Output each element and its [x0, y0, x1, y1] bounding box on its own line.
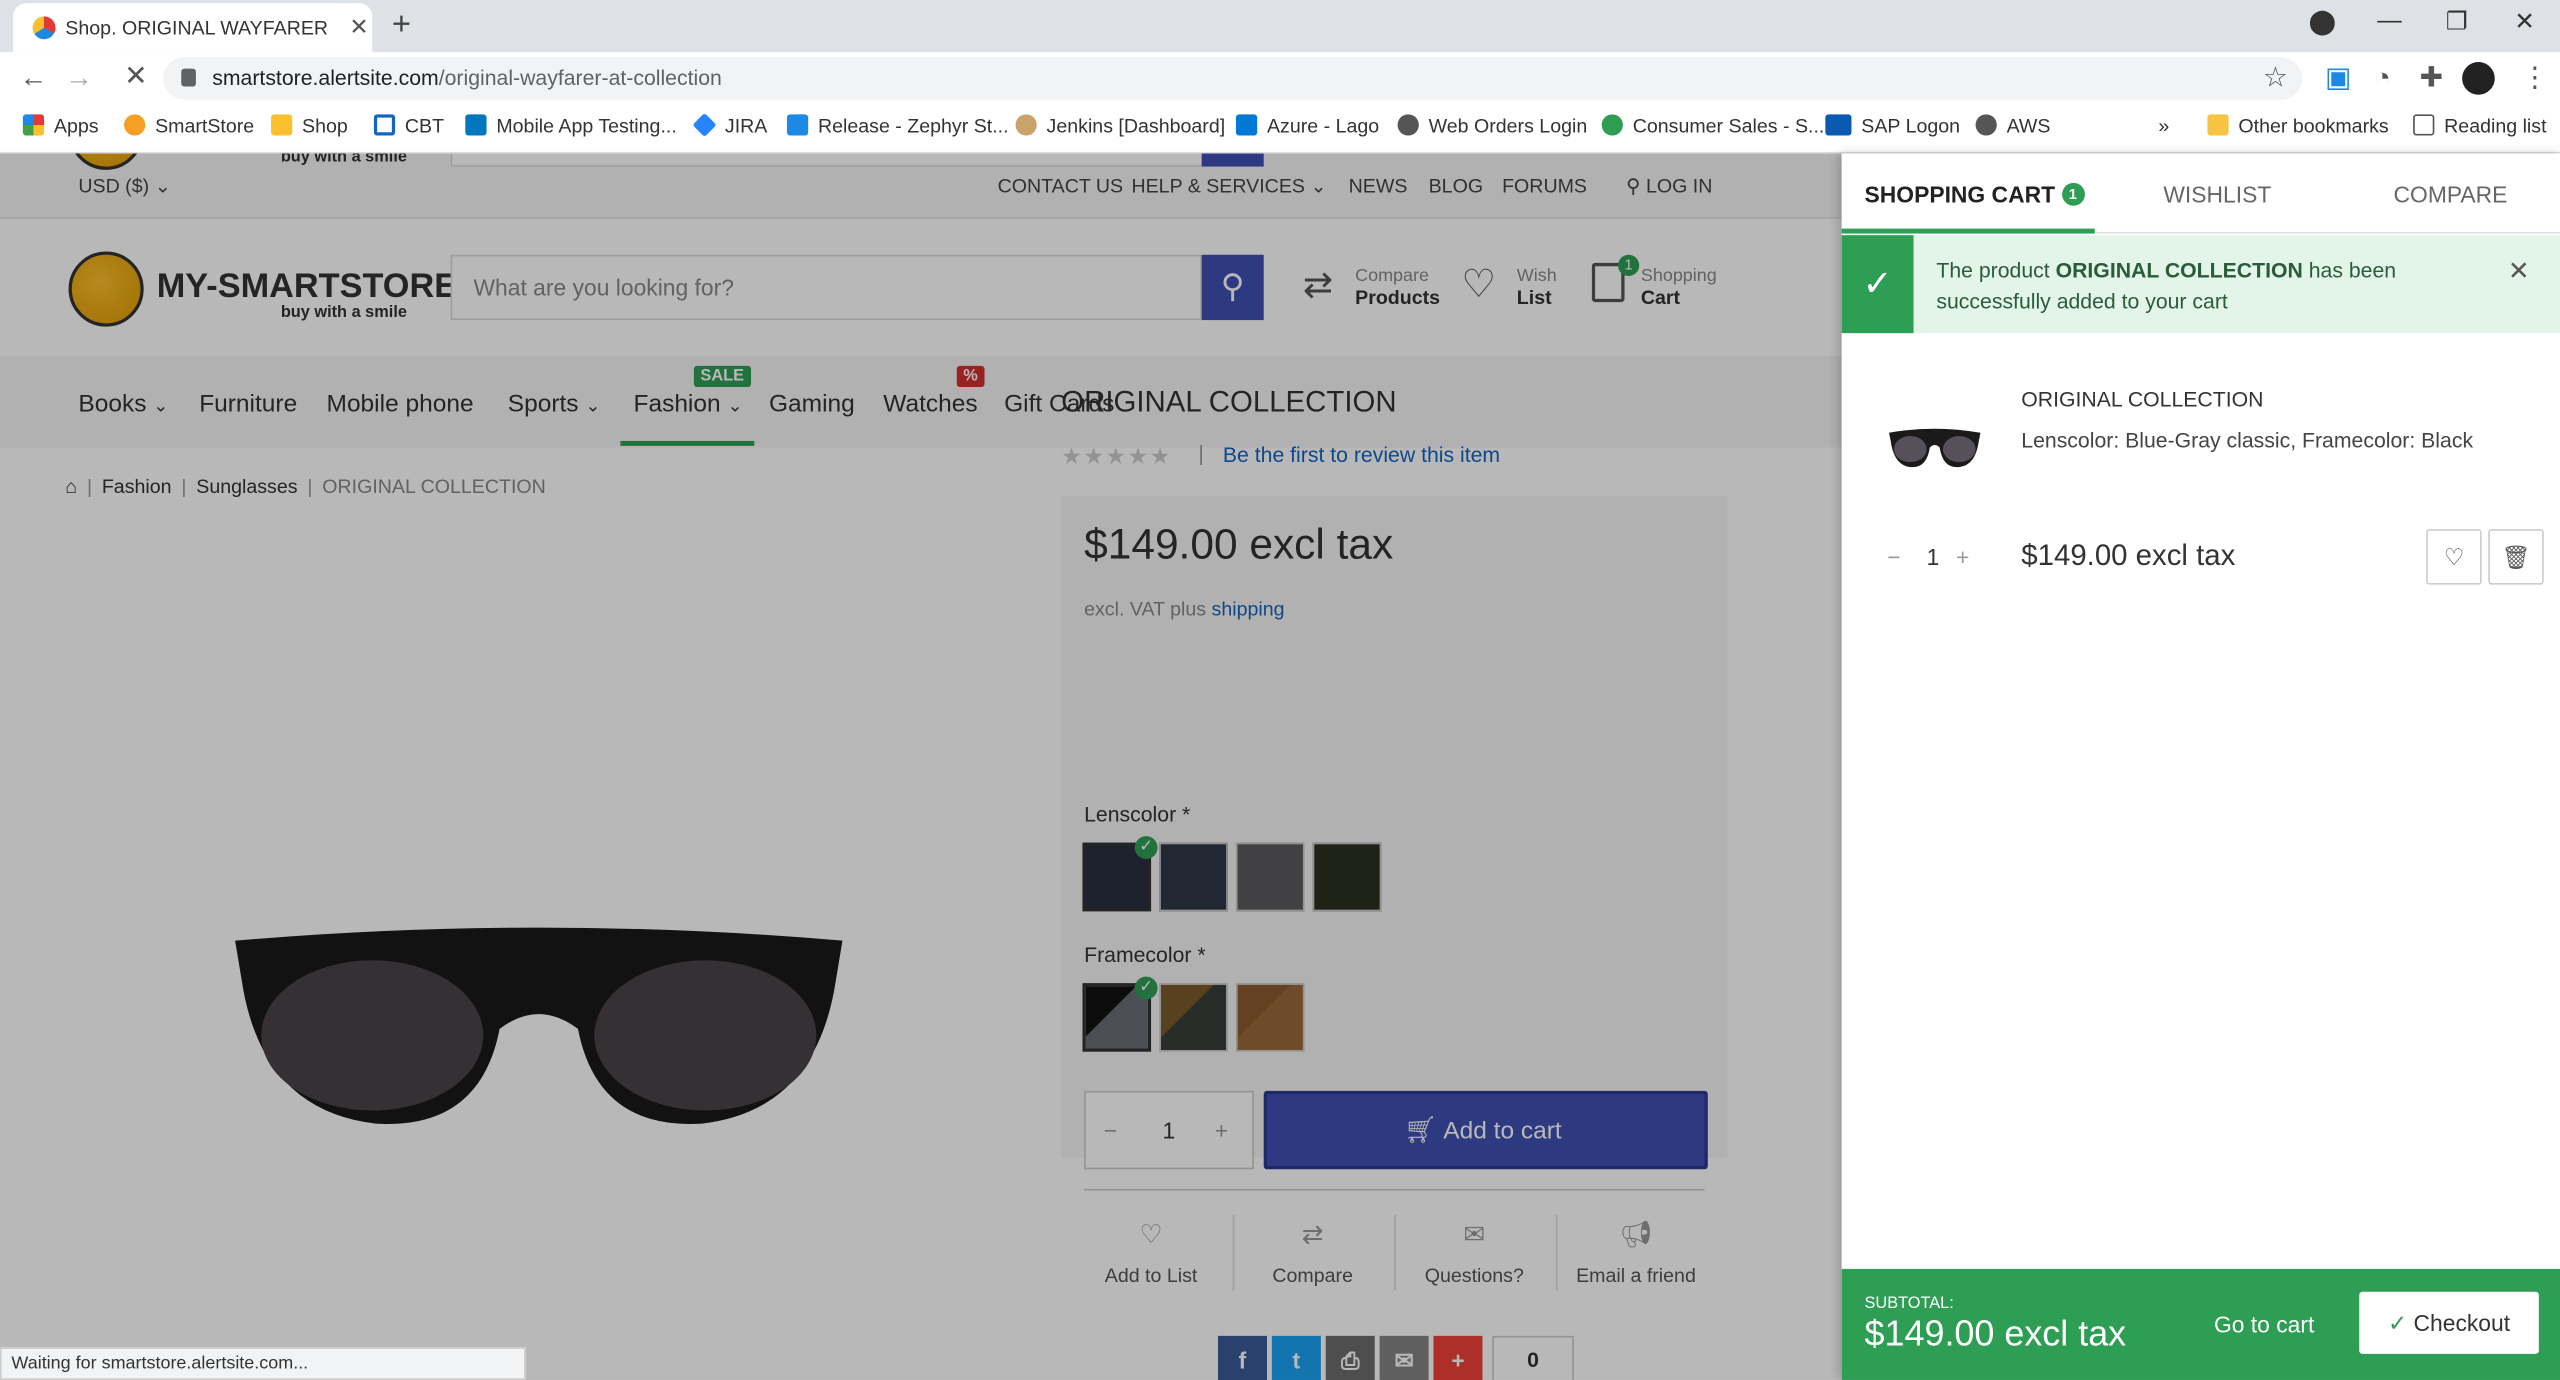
- cart-item-price: $149.00 excl tax: [2021, 538, 2236, 572]
- zephyr-icon: [786, 114, 809, 136]
- offcanvas-cart: SHOPPING CART 1 WISHLIST COMPARE ✓ The p…: [1841, 153, 2560, 1380]
- delete-trash-icon[interactable]: 🗑︎: [2488, 529, 2544, 585]
- cart-item-attributes: Lenscolor: Blue-Gray classic, Framecolor…: [2021, 427, 2474, 453]
- profile-avatar[interactable]: [2462, 62, 2495, 95]
- cbt-icon: [373, 114, 396, 136]
- apps-grid-icon: [22, 114, 45, 136]
- jira-icon: [692, 112, 717, 137]
- stop-loading-icon[interactable]: ✕: [124, 60, 147, 93]
- browser-tabstrip: [0, 0, 2560, 53]
- cart-tab-badge: 1: [2061, 182, 2085, 206]
- sap-icon: [1825, 114, 1852, 136]
- extension-2-icon[interactable]: ◔: [2374, 62, 2391, 95]
- folder-icon: [2207, 114, 2229, 136]
- subtotal-value: $149.00 excl tax: [1864, 1313, 2127, 1354]
- forward-icon[interactable]: →: [65, 62, 93, 95]
- url-text[interactable]: smartstore.alertsite.com/original-wayfar…: [212, 65, 722, 89]
- bookmark-cbt[interactable]: CBT: [373, 114, 444, 137]
- lock-icon: [181, 68, 196, 87]
- browser-tab[interactable]: Shop. ORIGINAL WAYFARER AT C ✕: [13, 3, 373, 53]
- bookmark-apps[interactable]: Apps: [22, 114, 99, 137]
- cart-item-title[interactable]: ORIGINAL COLLECTION: [2021, 387, 2263, 411]
- bookmark-release-zephyr[interactable]: Release - Zephyr St...: [786, 114, 1009, 137]
- bookmark-mobile-app-testing[interactable]: Mobile App Testing...: [465, 114, 677, 137]
- back-icon[interactable]: ←: [20, 62, 48, 95]
- bookmark-smartstore[interactable]: SmartStore: [124, 114, 254, 137]
- profile-menu-icon[interactable]: ⬤: [2309, 7, 2336, 36]
- notice-text: The product ORIGINAL COLLECTION has been…: [1936, 258, 2397, 314]
- bookmark-azure-lago[interactable]: Azure - Lago: [1235, 114, 1379, 137]
- new-tab-icon[interactable]: +: [392, 7, 411, 45]
- bookmark-other[interactable]: Other bookmarks: [2207, 114, 2389, 137]
- tab-close-icon[interactable]: ✕: [349, 13, 368, 41]
- consumer-sales-icon: [1601, 114, 1623, 136]
- active-tab-indicator: [1841, 228, 2095, 234]
- site-favicon-icon: [32, 16, 56, 40]
- page-dim-overlay[interactable]: [0, 153, 1842, 1380]
- extensions-puzzle-icon[interactable]: ✚: [2420, 62, 2443, 95]
- reading-list[interactable]: Reading list: [2413, 114, 2547, 137]
- bookmark-star-icon[interactable]: ☆: [2263, 62, 2288, 95]
- bookmark-sap-logon[interactable]: SAP Logon: [1825, 114, 1960, 137]
- window-close-icon[interactable]: ✕: [2514, 7, 2535, 36]
- tab-compare[interactable]: COMPARE: [2394, 181, 2508, 207]
- tab-shopping-cart[interactable]: SHOPPING CART 1: [1865, 181, 2085, 207]
- notice-close-icon[interactable]: ✕: [2508, 255, 2530, 288]
- bookmark-jira[interactable]: JIRA: [692, 112, 767, 137]
- go-to-cart-button[interactable]: Go to cart: [2214, 1311, 2314, 1337]
- checkout-button[interactable]: ✓ Checkout: [2359, 1291, 2539, 1354]
- checkmark-icon: ✓: [1841, 235, 1914, 334]
- globe-icon: [1397, 114, 1419, 136]
- browser-status-bar: Waiting for smartstore.alertsite.com...: [0, 1347, 526, 1380]
- bookmark-aws[interactable]: AWS: [1975, 114, 2050, 137]
- shop-icon: [271, 114, 293, 136]
- bookmark-web-orders[interactable]: Web Orders Login: [1397, 114, 1587, 137]
- jenkins-icon: [1015, 114, 1037, 136]
- cart-qty-minus-button[interactable]: −: [1887, 544, 1900, 570]
- bookmark-jenkins[interactable]: Jenkins [Dashboard]: [1015, 114, 1225, 137]
- cart-qty-value[interactable]: 1: [1927, 544, 1940, 570]
- mobile-testing-icon: [465, 114, 487, 136]
- bookmark-consumer-sales[interactable]: Consumer Sales - S...: [1601, 114, 1824, 137]
- restore-icon[interactable]: ❐: [2446, 7, 2468, 36]
- move-to-wishlist-heart-icon[interactable]: ♡: [2426, 529, 2482, 585]
- subtotal-label: SUBTOTAL:: [1864, 1295, 1954, 1314]
- bookmark-shop[interactable]: Shop: [271, 114, 348, 137]
- tab-wishlist[interactable]: WISHLIST: [2163, 181, 2271, 207]
- smartstore-icon: [124, 114, 146, 136]
- cart-item-thumbnail[interactable]: [1887, 425, 1982, 471]
- tab-title: Shop. ORIGINAL WAYFARER AT C: [65, 16, 327, 40]
- globe-icon: [1975, 114, 1997, 136]
- cart-qty-plus-button[interactable]: +: [1956, 544, 1969, 570]
- extension-icon[interactable]: ▣: [2325, 62, 2351, 95]
- check-icon: ✓: [2388, 1309, 2408, 1336]
- azure-icon: [1235, 114, 1258, 136]
- bookmarks-overflow-icon[interactable]: »: [2158, 114, 2169, 137]
- minimize-icon[interactable]: —: [2377, 7, 2401, 35]
- reading-list-icon: [2413, 114, 2435, 136]
- chrome-menu-icon[interactable]: ⋮: [2521, 62, 2549, 95]
